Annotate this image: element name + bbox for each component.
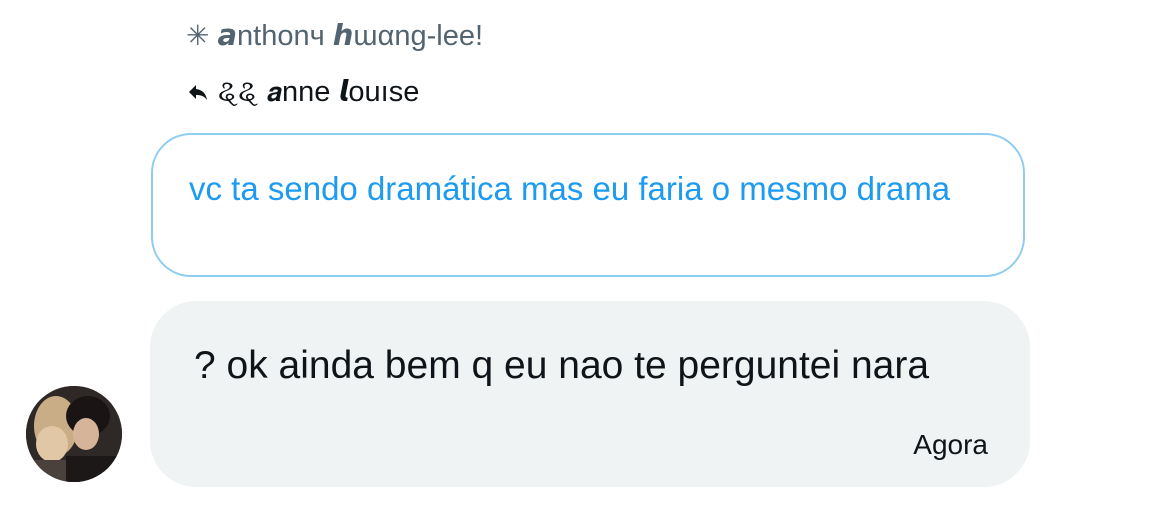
sender-name: 𝙖nthonч 𝙝ɯαng-lee!	[217, 20, 484, 52]
reply-context-row: ୡୡ 𝙖nne 𝙡ouıse	[186, 74, 419, 109]
message-bubble[interactable]: ? ok ainda bem q eu nao te perguntei nar…	[150, 301, 1030, 487]
quoted-message-bubble[interactable]: vc ta sendo dramática mas eu faria o mes…	[151, 133, 1025, 277]
message-timestamp: Agora	[913, 429, 988, 460]
sender-name-row: ✳ 𝙖nthonч 𝙝ɯαng-lee!	[186, 18, 483, 53]
replying-to-name: ୡୡ 𝙖nne 𝙡ouıse	[218, 76, 420, 108]
sparkle-icon: ✳	[186, 19, 210, 51]
avatar[interactable]	[26, 386, 122, 482]
avatar-photo	[26, 386, 122, 482]
reply-arrow-icon	[189, 84, 207, 100]
message-text: ? ok ainda bem q eu nao te perguntei nar…	[194, 344, 930, 387]
quoted-message-text: vc ta sendo dramática mas eu faria o mes…	[189, 170, 951, 207]
